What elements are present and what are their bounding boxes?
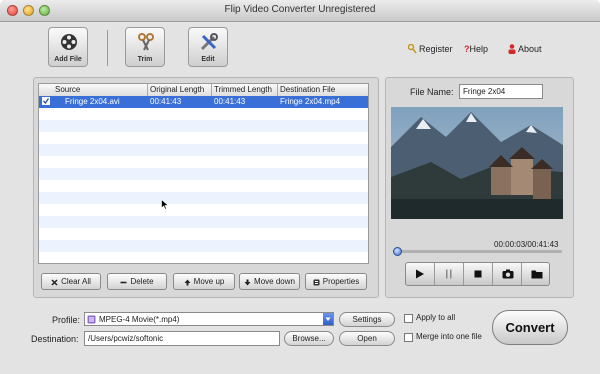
column-trimmed-length[interactable]: Trimmed Length (214, 85, 272, 94)
empty-row (39, 192, 368, 204)
row-original-length: 00:41:43 (150, 97, 182, 106)
merge-label: Merge into one file (416, 332, 482, 341)
move-up-label: Move up (193, 277, 225, 286)
play-button[interactable] (406, 263, 435, 285)
x-icon (51, 279, 58, 286)
apply-to-all-checkbox[interactable] (404, 314, 413, 323)
snapshot-button[interactable] (493, 263, 522, 285)
properties-icon (313, 279, 320, 286)
column-divider (211, 84, 212, 96)
edit-button[interactable]: Edit (188, 27, 228, 67)
playback-time: 00:00:03/00:41:43 (494, 240, 559, 249)
file-name-field[interactable]: Fringe 2x04 (459, 84, 543, 99)
open-button[interactable]: Open (339, 331, 395, 346)
row-trimmed-length: 00:41:43 (214, 97, 246, 106)
empty-row (39, 204, 368, 216)
help-link[interactable]: ?Help (464, 44, 488, 54)
person-icon (508, 44, 516, 54)
help-label: Help (469, 44, 489, 54)
destination-field[interactable]: /Users/pcwiz/softonic (84, 331, 280, 346)
register-link[interactable]: Register (407, 43, 453, 54)
app-window: Flip Video Converter Unregistered Add Fi… (0, 0, 600, 374)
mouse-cursor-icon (161, 199, 169, 210)
file-name-label: File Name: (410, 87, 454, 97)
empty-row (39, 252, 368, 263)
toolbar-separator (107, 30, 108, 66)
add-file-button[interactable]: Add File (48, 27, 88, 67)
window-title: Flip Video Converter Unregistered (224, 4, 376, 15)
column-destination-file[interactable]: Destination File (280, 85, 335, 94)
player-controls (405, 262, 550, 286)
move-down-button[interactable]: Move down (239, 273, 300, 290)
chevron-down-icon (325, 317, 331, 321)
profile-select[interactable]: MPEG-4 Movie(*.mp4) (84, 312, 334, 326)
video-preview (391, 107, 563, 219)
arrow-down-icon (244, 279, 251, 286)
column-divider (277, 84, 278, 96)
properties-label: Properties (322, 277, 360, 286)
empty-row (39, 156, 368, 168)
empty-row (39, 108, 368, 120)
minus-icon (120, 281, 127, 284)
empty-row (39, 132, 368, 144)
apply-to-all-label: Apply to all (416, 313, 456, 322)
empty-row (39, 144, 368, 156)
title-bar: Flip Video Converter Unregistered (0, 0, 600, 22)
open-folder-button[interactable] (522, 263, 551, 285)
settings-button[interactable]: Settings (339, 312, 395, 327)
trim-button[interactable]: Trim (125, 27, 165, 67)
arrow-up-icon (184, 279, 191, 286)
edit-label: Edit (201, 56, 215, 63)
profile-value: MPEG-4 Movie(*.mp4) (99, 315, 180, 324)
row-checkbox[interactable] (42, 97, 50, 105)
delete-label: Delete (130, 277, 154, 286)
camera-icon (502, 269, 514, 279)
properties-button[interactable]: Properties (305, 273, 367, 290)
dropdown-arrow-icon[interactable] (323, 313, 333, 325)
clear-all-label: Clear All (61, 277, 91, 286)
delete-button[interactable]: Delete (107, 273, 167, 290)
profile-label: Profile: (52, 315, 81, 325)
pause-button[interactable] (435, 263, 464, 285)
scissors-icon (138, 33, 154, 51)
key-icon (407, 43, 417, 54)
empty-row (39, 216, 368, 228)
seek-slider[interactable] (394, 250, 562, 253)
folder-icon (531, 270, 543, 279)
move-up-button[interactable]: Move up (173, 273, 235, 290)
clear-all-button[interactable]: Clear All (41, 273, 101, 290)
register-label: Register (419, 44, 453, 54)
convert-button[interactable]: Convert (492, 310, 568, 345)
file-table[interactable]: Source Original Length Trimmed Length De… (38, 83, 369, 264)
row-source: Fringe 2x04.avi (65, 97, 120, 106)
empty-row (39, 168, 368, 180)
destination-label: Destination: (31, 334, 79, 344)
row-destination-file: Fringe 2x04.mp4 (280, 97, 341, 106)
video-frame-image (391, 107, 563, 219)
empty-row (39, 240, 368, 252)
column-divider (147, 84, 148, 96)
pause-icon (446, 269, 452, 279)
column-original-length[interactable]: Original Length (150, 85, 204, 94)
checkmark-icon (43, 98, 49, 104)
merge-checkbox[interactable] (404, 333, 413, 342)
browse-button[interactable]: Browse... (284, 331, 334, 346)
empty-row (39, 228, 368, 240)
stop-button[interactable] (464, 263, 493, 285)
about-link[interactable]: About (508, 44, 542, 54)
trim-label: Trim (137, 56, 153, 63)
move-down-label: Move down (254, 277, 295, 286)
format-icon (87, 315, 96, 324)
tools-icon (200, 33, 218, 51)
stop-icon (474, 270, 482, 278)
about-label: About (518, 44, 542, 54)
empty-row (39, 120, 368, 132)
table-row[interactable]: Fringe 2x04.avi 00:41:43 00:41:43 Fringe… (39, 96, 368, 108)
column-source[interactable]: Source (55, 85, 80, 94)
empty-row (39, 180, 368, 192)
add-file-label: Add File (54, 56, 82, 63)
play-icon (416, 269, 424, 279)
film-reel-icon (61, 34, 77, 50)
